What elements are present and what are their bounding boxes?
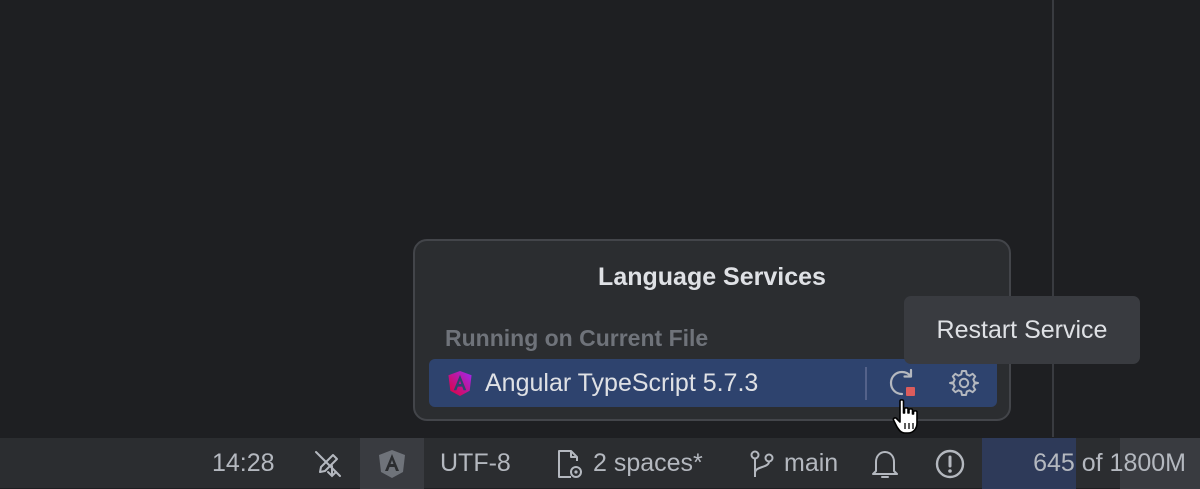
indent-label: 2 spaces* xyxy=(593,449,703,477)
exclamation-circle-icon xyxy=(935,449,965,478)
file-settings-icon xyxy=(558,449,582,478)
hand-cursor-icon xyxy=(892,399,918,434)
restart-service-tooltip: Restart Service xyxy=(904,296,1140,364)
read-only-toggle[interactable] xyxy=(312,438,344,489)
memory-indicator[interactable]: 645 of 1800M xyxy=(982,438,1200,489)
caret-position-widget[interactable]: 14:28 xyxy=(212,438,275,489)
section-header: Running on Current File xyxy=(445,325,709,351)
indent-widget[interactable]: 2 spaces* xyxy=(554,438,703,489)
service-name: Angular TypeScript 5.7.3 xyxy=(485,368,759,397)
memory-label: 645 of 1800M xyxy=(1033,449,1186,477)
git-branch-widget[interactable]: main xyxy=(748,438,838,489)
bell-icon xyxy=(872,450,898,478)
git-branch-icon xyxy=(750,450,774,477)
restart-icon xyxy=(889,368,917,398)
row-separator xyxy=(865,367,867,400)
notifications-button[interactable] xyxy=(870,438,900,489)
encoding-label: UTF-8 xyxy=(440,449,511,477)
service-settings-button[interactable] xyxy=(947,366,981,400)
problems-button[interactable] xyxy=(934,438,966,489)
popup-title: Language Services xyxy=(598,263,826,291)
angular-icon xyxy=(379,449,405,478)
pencil-crossed-icon xyxy=(315,450,341,477)
status-bar: 14:28 UTF-8 2 spaces* main 645 of 1800M xyxy=(0,437,1200,489)
branch-label: main xyxy=(784,449,839,477)
language-services-widget[interactable] xyxy=(360,438,424,489)
gear-icon xyxy=(949,370,979,396)
caret-position: 14:28 xyxy=(212,449,275,477)
angular-icon xyxy=(448,370,472,397)
right-margin-guide xyxy=(1052,0,1054,437)
restart-service-button[interactable] xyxy=(885,366,919,400)
encoding-widget[interactable]: UTF-8 xyxy=(440,438,511,489)
